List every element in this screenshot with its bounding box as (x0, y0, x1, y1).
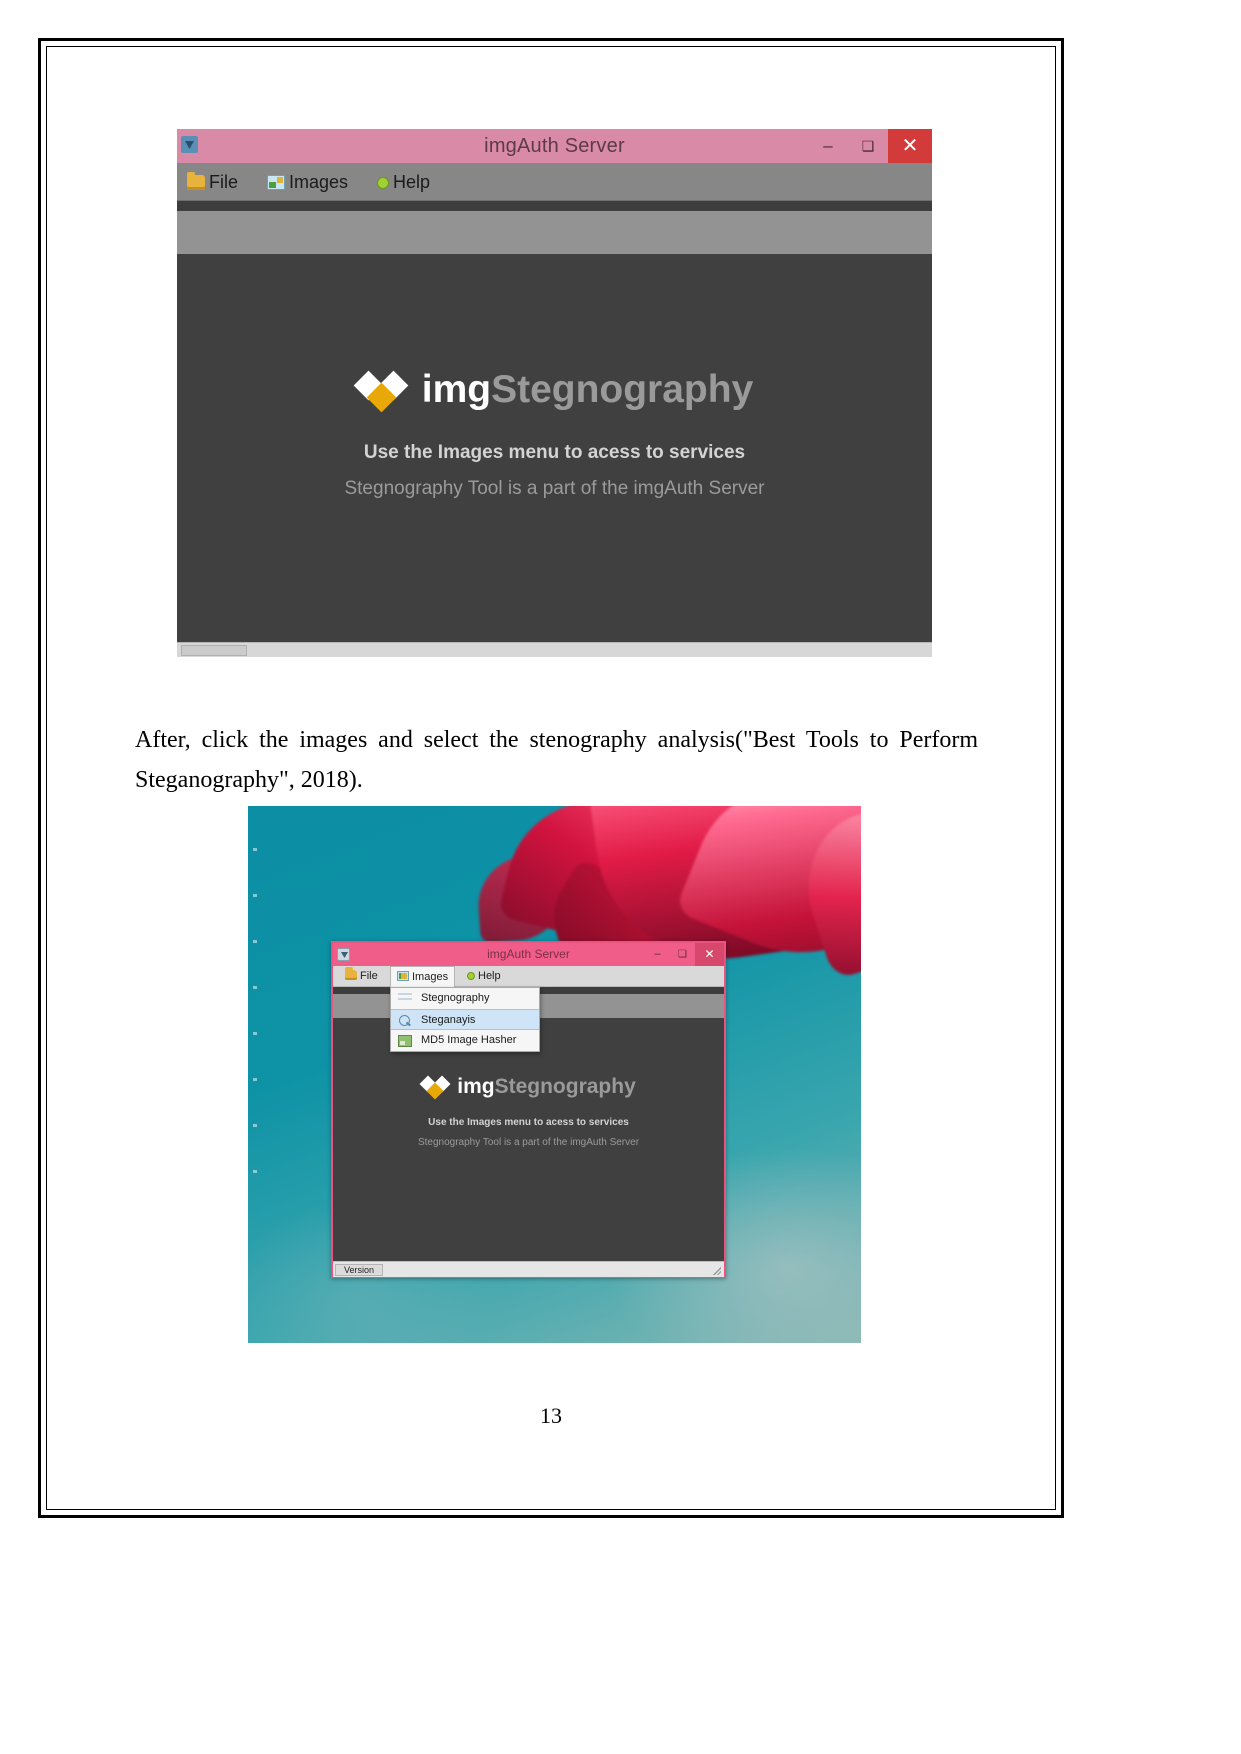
window-content-area: imgStegnography Use the Images menu to a… (177, 254, 932, 642)
window-separator-strip (177, 201, 932, 211)
menu-item-help-label: Help (393, 172, 431, 192)
figure-imgauth-server-window: imgAuth Server – ❑ ✕ File Images Help im… (177, 129, 932, 657)
dropdown-item-label: Stegnography (421, 992, 490, 1004)
statusbar-version-cell: Version (335, 1264, 383, 1276)
dropdown-item-label: MD5 Image Hasher (421, 1034, 517, 1046)
window-toolbar[interactable] (177, 211, 932, 254)
tagline-primary: Use the Images menu to acess to services (428, 1117, 629, 1128)
minimize-button[interactable]: – (808, 129, 848, 163)
dropdown-item-md5-image-hasher[interactable]: MD5 Image Hasher (391, 1030, 539, 1051)
window-menubar: File Images Help (177, 163, 932, 201)
maximize-button[interactable]: ❑ (670, 943, 695, 966)
logo-text-stegnography: Stegnography (491, 368, 754, 411)
imgauth-server-window: imgAuth Server – ❑ ✕ File Images Help im… (177, 129, 932, 657)
window-titlebar[interactable]: imgAuth Server – ❑ ✕ (177, 129, 932, 163)
page-number: 13 (540, 1403, 562, 1428)
window-content-area: imgStegnography Use the Images menu to a… (333, 1018, 724, 1261)
tagline-secondary: Stegnography Tool is a part of the imgAu… (344, 478, 765, 499)
logo-text-img: img (421, 368, 492, 411)
tagline-primary: Use the Images menu to acess to services (363, 442, 746, 463)
resize-grip[interactable] (712, 1266, 721, 1275)
menu-item-file-label: File (360, 970, 378, 982)
folder-icon (187, 172, 205, 190)
menu-item-help[interactable]: Help (377, 163, 430, 201)
menu-item-images-label: Images (289, 172, 349, 192)
page-content: imgAuth Server – ❑ ✕ File Images Help im… (38, 38, 1064, 1518)
menu-item-images[interactable]: Images (267, 163, 348, 201)
dropdown-item-steganayis[interactable]: Steganayis (391, 1009, 539, 1030)
menu-item-help-label: Help (478, 970, 501, 982)
close-button[interactable]: ✕ (888, 129, 932, 163)
window-titlebar[interactable]: imgAuth Server – ❑ ✕ (333, 943, 724, 966)
app-logo: imgStegnography (177, 368, 932, 413)
menu-item-file-label: File (209, 172, 239, 192)
window-statusbar (177, 642, 932, 657)
menu-item-file[interactable]: File (339, 966, 384, 987)
md5-icon (398, 1035, 412, 1047)
imgauth-server-window-small: imgAuth Server – ❑ ✕ File Images Help im… (331, 941, 726, 1278)
window-menubar: File Images Help (333, 966, 724, 988)
lines-icon (398, 993, 412, 1005)
dropdown-item-stegnography[interactable]: Stegnography (391, 988, 539, 1009)
figure-desktop-with-images-menu: imgAuth Server – ❑ ✕ File Images Help im… (248, 806, 861, 1343)
window-statusbar: Version (333, 1261, 724, 1277)
statusbar-cell (181, 645, 247, 656)
images-icon (267, 175, 285, 190)
images-dropdown-menu: Stegnography Steganayis MD5 Image Hasher (390, 987, 540, 1052)
close-button[interactable]: ✕ (695, 943, 724, 966)
minimize-button[interactable]: – (645, 943, 670, 966)
menu-item-help[interactable]: Help (461, 966, 507, 987)
diamonds-icon (353, 370, 414, 413)
logo-text-img: img (457, 1075, 495, 1098)
tagline-secondary: Stegnography Tool is a part of the imgAu… (417, 1137, 640, 1148)
green-bullet-icon (377, 177, 389, 189)
menu-item-file[interactable]: File (187, 163, 238, 201)
app-logo: imgStegnography (333, 1075, 724, 1100)
images-icon (397, 971, 409, 981)
maximize-button[interactable]: ❑ (848, 129, 888, 163)
magnifier-icon (398, 1015, 412, 1027)
desktop-edge-marks (250, 806, 260, 1343)
menu-item-images-label: Images (412, 971, 449, 983)
diamonds-icon (419, 1075, 453, 1100)
logo-text-stegnography: Stegnography (494, 1075, 636, 1098)
green-bullet-icon (467, 972, 475, 980)
menu-item-images[interactable]: Images (390, 966, 456, 988)
folder-icon (345, 967, 357, 980)
body-paragraph: After, click the images and select the s… (135, 727, 978, 793)
dropdown-item-label: Steganayis (421, 1014, 476, 1026)
